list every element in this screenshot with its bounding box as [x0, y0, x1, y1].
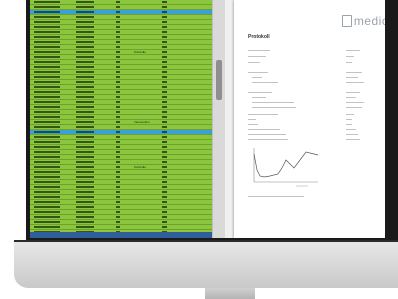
brand-logo: medicus — [341, 14, 385, 28]
logo-icon — [341, 15, 352, 27]
value-line — [346, 97, 356, 98]
group-label: Kontrolle — [134, 165, 146, 169]
chart-series-line — [253, 151, 319, 178]
text-line — [248, 134, 286, 135]
value-line — [346, 124, 352, 125]
monitor-stand — [205, 288, 255, 299]
text-line — [248, 114, 278, 115]
value-line — [346, 102, 364, 103]
value-line — [346, 82, 364, 83]
value-line — [346, 129, 356, 130]
value-line — [346, 114, 354, 115]
document-page: medicus Protokoll — [234, 0, 385, 238]
group-label: Intervention — [134, 120, 150, 124]
monitor-screen-edge — [14, 240, 398, 242]
text-line — [248, 62, 260, 63]
value-line — [346, 50, 360, 51]
window-divider — [225, 0, 234, 238]
text-line — [252, 77, 262, 78]
text-line — [252, 102, 294, 103]
spreadsheet-grid[interactable]: KontrolleInterventionKontrolleInterventi… — [30, 0, 212, 238]
text-line — [252, 97, 266, 98]
value-line — [346, 72, 362, 73]
taskbar — [30, 232, 212, 238]
value-line — [346, 107, 362, 108]
screen: KontrolleInterventionKontrolleInterventi… — [30, 0, 385, 238]
text-line — [248, 196, 304, 197]
text-line — [248, 50, 270, 51]
value-line — [346, 119, 352, 120]
document-line-chart — [253, 148, 319, 187]
spreadsheet-scrollbar[interactable] — [212, 0, 226, 238]
value-line — [346, 134, 358, 135]
monitor-chin — [14, 240, 398, 288]
value-line — [346, 92, 360, 93]
value-line — [346, 77, 358, 78]
text-line — [248, 72, 268, 73]
document-title: Protokoll — [248, 34, 270, 40]
logo-text: medicus — [353, 14, 385, 28]
value-line — [346, 62, 352, 63]
value-line — [346, 56, 354, 57]
text-line — [248, 119, 256, 120]
scrollbar-thumb[interactable] — [216, 60, 222, 100]
text-line — [252, 82, 278, 83]
text-line — [248, 92, 272, 93]
group-label: Kontrolle — [134, 50, 146, 54]
text-line — [248, 124, 258, 125]
text-line — [248, 129, 280, 130]
text-line — [248, 139, 288, 140]
text-line — [252, 107, 296, 108]
value-line — [346, 139, 360, 140]
text-line — [248, 56, 266, 57]
